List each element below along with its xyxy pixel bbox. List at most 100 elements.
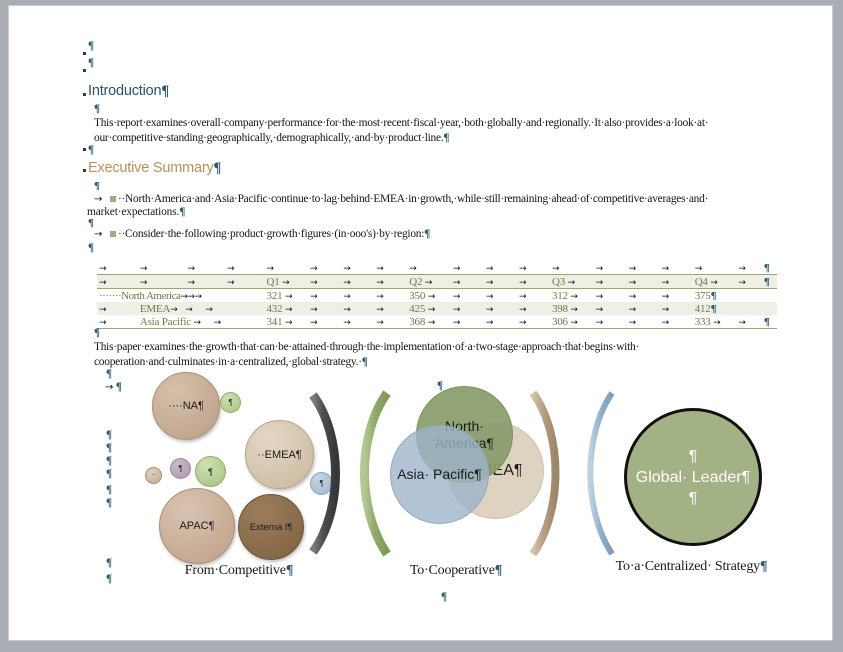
cell: → — [736, 315, 762, 329]
empty-paragraph-mark: ¶ — [106, 497, 112, 509]
cell: → — [659, 315, 693, 329]
accent-mark: ¶ — [208, 466, 213, 477]
tab-mark: → — [628, 277, 637, 288]
exec-bullet-1: → ··North·America·and·Asia·Pacific·conti… — [94, 192, 794, 208]
tab-mark: → — [99, 263, 107, 274]
cell: → — [593, 315, 627, 329]
cell: → — [308, 288, 342, 302]
heading-executive-summary-text: Executive Summary — [88, 160, 214, 176]
cell: → — [341, 315, 375, 329]
bubble-na[interactable]: ····NA¶ — [152, 372, 220, 440]
paragraph-mark: ¶ — [494, 563, 503, 578]
tab-mark: → — [713, 317, 721, 328]
empty-paragraph-mark: ¶ — [94, 327, 100, 339]
bubble-emea-label: ··EMEA¶ — [257, 448, 302, 461]
cell — [761, 302, 777, 315]
cell: → — [483, 261, 517, 275]
paragraph-mark: ¶ — [115, 381, 122, 393]
tab-mark: → — [628, 291, 637, 302]
tab-mark: → — [518, 291, 527, 302]
cell-ap-q4: 333 → — [692, 315, 737, 329]
tab-mark: → — [661, 263, 670, 274]
cell-emea-q4-text: 412 — [694, 302, 711, 315]
cell: → — [224, 261, 265, 275]
growth-figures-table[interactable]: → → → → → → → → → → → → → → → → → → ¶ → … — [97, 261, 777, 329]
list-bullet-dot — [83, 169, 86, 172]
square-bullet-icon — [109, 196, 116, 203]
tab-mark: → — [427, 291, 436, 302]
diagram-to-cooperative[interactable]: ¶ EMEA¶ North· America¶ Asia· Pacific¶ — [360, 372, 561, 603]
column-header-q4-text: Q4 — [694, 275, 708, 288]
cell: → — [374, 261, 408, 275]
tab-mark: → — [310, 277, 318, 288]
empty-paragraph-mark: ¶ — [106, 557, 112, 569]
cell: → — [407, 261, 451, 275]
cell-ap-q2-text: 368 — [409, 315, 426, 328]
tab-mark: → — [99, 277, 107, 288]
paragraph-mark: ¶ — [763, 275, 770, 288]
arc-divider-dark — [309, 392, 340, 555]
tab-mark: → — [226, 263, 235, 274]
cell: → — [593, 274, 627, 289]
diagram-to-centralized-strategy[interactable]: ¶ Global· Leader¶ ¶ To·a·Centralized· Stra… — [584, 372, 784, 587]
cell: → — [516, 288, 550, 302]
heading-executive-summary: Executive Summary¶ — [88, 160, 221, 177]
diagram-from-competitive[interactable]: ····NA¶ ··EMEA¶ APAC¶ Externa l¶ ¶ ¶ ¶ -… — [144, 372, 344, 587]
exec-bullet-2-text: Consider·the·following·product·growth·fi… — [125, 228, 425, 240]
cell: → — [626, 261, 660, 275]
column-header-q1: Q1 → — [264, 274, 309, 289]
tab-mark: → — [738, 263, 746, 274]
cell: → — [516, 274, 550, 289]
cell — [736, 302, 762, 315]
column-header-q2: Q2 → — [407, 274, 451, 289]
accent-circle-green[interactable]: ¶ — [195, 456, 226, 487]
cell-emea-q2: 425 → — [407, 302, 451, 315]
column-header-q1-text: Q1 — [266, 275, 280, 288]
tab-mark: → — [551, 263, 560, 274]
tab-mark: → — [193, 317, 201, 328]
bubble-apac[interactable]: APAC¶ — [159, 488, 235, 564]
paragraph-mark: ¶ — [179, 206, 186, 218]
cell: → — [593, 261, 627, 275]
empty-paragraph-mark: ¶ — [106, 442, 112, 454]
column-header-q3: Q3 → — [549, 274, 594, 289]
cell: → — [626, 302, 660, 315]
tab-mark: → — [187, 263, 195, 274]
cell: → — [97, 261, 138, 275]
cell: → — [341, 261, 375, 275]
paragraph-mark: ¶ — [213, 160, 222, 176]
exec-bullet-1-line-2: market·expectations. — [87, 206, 180, 218]
tab-mark: → — [99, 304, 107, 315]
bubble-global-leader[interactable]: ¶ Global· Leader¶ ¶ — [624, 408, 762, 546]
tab-mark: → — [226, 277, 235, 288]
cell: → — [593, 288, 627, 302]
bubble-external[interactable]: Externa l¶ — [238, 494, 304, 560]
document-page: ¶ ¶ Introduction¶ ¶ This·report·examines… — [9, 6, 832, 640]
row-end-mark: ¶ — [761, 274, 777, 289]
venn-bubble-asia-pacific[interactable]: Asia· Pacific¶ — [390, 425, 489, 524]
bubble-global-leader-label: ¶ Global· Leader¶ ¶ — [635, 447, 751, 507]
accent-mark: ¶ — [178, 464, 183, 473]
empty-paragraph-mark: ¶ — [106, 484, 112, 496]
cell: → — [450, 274, 484, 289]
tab-mark: → — [194, 291, 202, 302]
accent-circle-purple[interactable]: ¶ — [170, 458, 191, 479]
cell: → — [483, 302, 517, 315]
empty-paragraph-mark: ¶ — [88, 217, 94, 229]
tab-mark: → — [452, 317, 461, 328]
paragraph-mark: ¶ — [161, 83, 170, 99]
paragraph-mark: ¶ — [424, 228, 431, 240]
tab-mark: → — [343, 291, 351, 302]
bubble-apac-label: APAC¶ — [179, 520, 215, 532]
tab-mark: → — [427, 317, 436, 328]
accent-circle-tan-tiny[interactable]: - — [145, 467, 162, 484]
tab-mark: → — [518, 304, 527, 315]
exec-bullet-2: → ··Consider·the·following·product·growt… — [94, 227, 794, 243]
column-header-q3-text: Q3 — [551, 275, 565, 288]
exec-bullet-1-continuation: market·expectations.¶ — [87, 206, 185, 219]
cell-ap-q1-text: 341 — [266, 315, 283, 328]
cell: → — [341, 288, 375, 302]
tab-mark: → — [595, 291, 604, 302]
accent-circle-green-small[interactable]: ¶ — [220, 392, 241, 413]
cell-na-q2: 350 → — [407, 288, 451, 302]
